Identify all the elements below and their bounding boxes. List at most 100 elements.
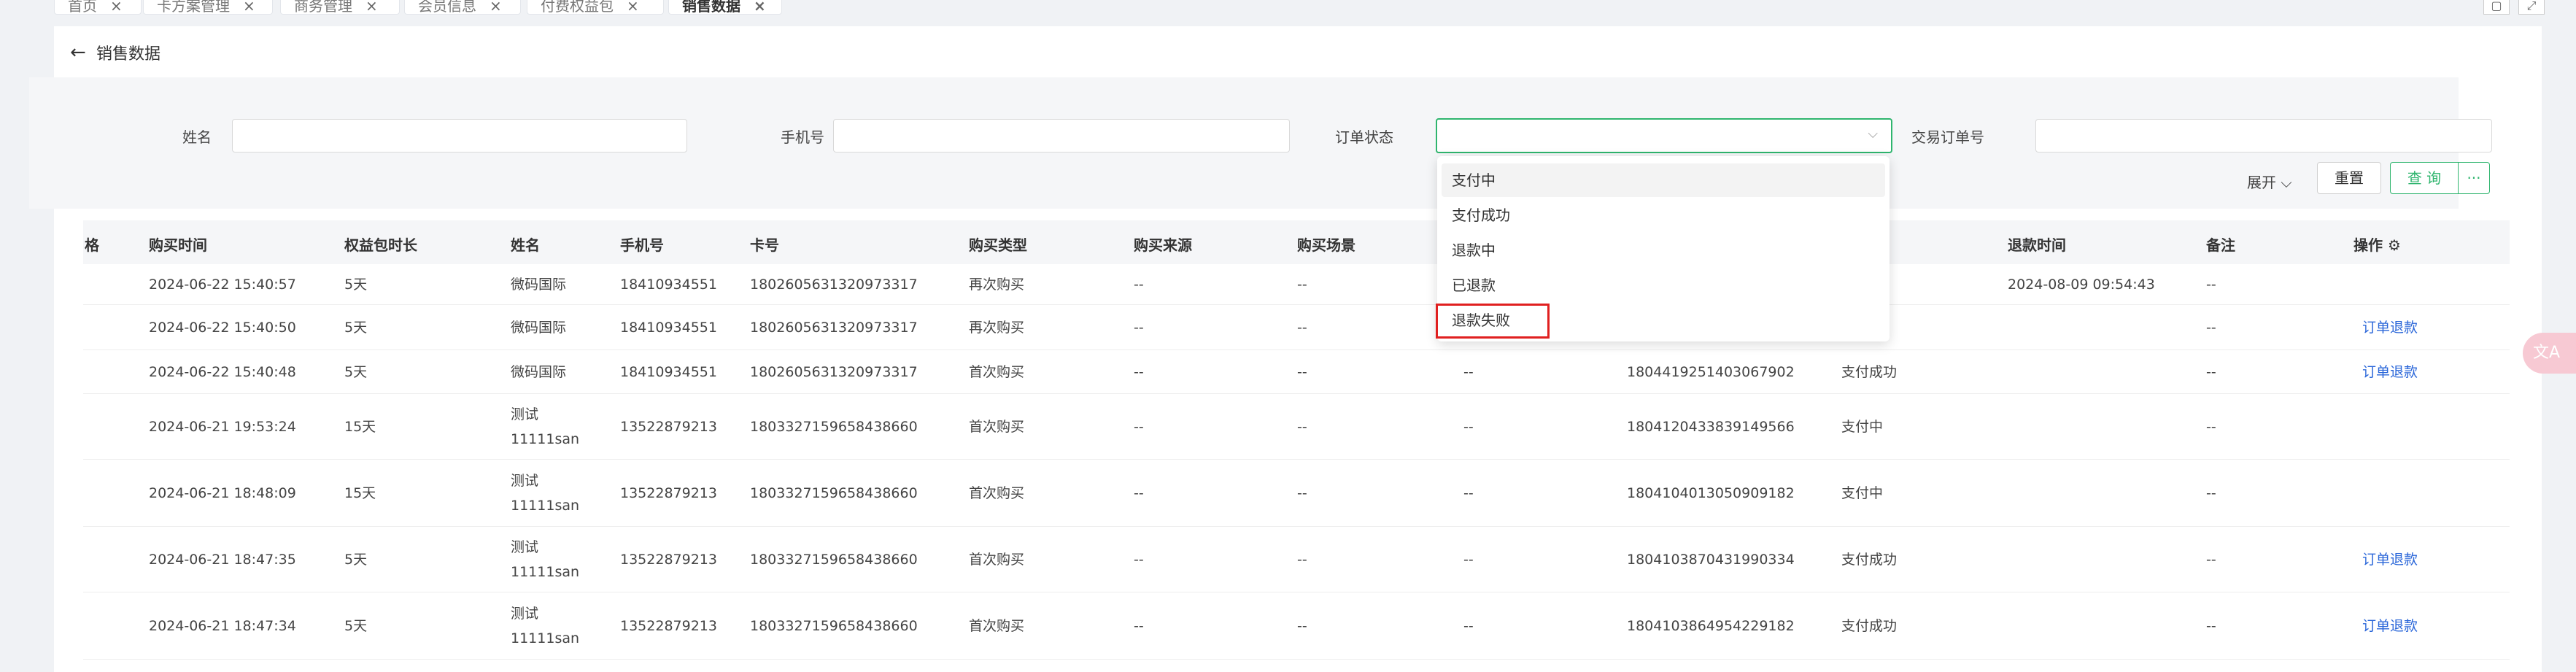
col-header: 姓名 (511, 236, 540, 254)
cell-scene: -- (1297, 320, 1307, 336)
col-header: 购买来源 (1134, 236, 1192, 254)
cell-phone: 18410934551 (620, 320, 717, 336)
table-row: 2024-06-21 19:53:24 15天 测试11111san 13522879… (83, 394, 2510, 460)
expand-toggle[interactable]: 展开 ⌵ (2247, 171, 2292, 192)
cell-card: 1802605631320973317 (750, 277, 918, 293)
tab-paid-package[interactable]: 付费权益包 × (527, 0, 664, 15)
tab-card-plan[interactable]: 卡方案管理 × (143, 0, 273, 15)
cell-time: 2024-06-21 18:47:35 (149, 552, 296, 568)
col-header: 购买时间 (149, 236, 207, 254)
name-input[interactable] (232, 119, 687, 152)
cell-source: -- (1134, 618, 1144, 634)
restore-icon[interactable]: ▢ (2483, 0, 2510, 15)
back-arrow-icon[interactable]: ← (70, 42, 96, 63)
cell-time: 2024-06-21 18:47:34 (149, 618, 296, 634)
tab-sales-data[interactable]: 销售数据 × (668, 0, 782, 15)
tab-business[interactable]: 商务管理 × (280, 0, 400, 15)
tab-home[interactable]: 首页 × (54, 0, 142, 15)
cell-source: -- (1134, 364, 1144, 380)
close-icon[interactable]: × (754, 0, 766, 14)
status-option[interactable]: 支付成功 (1442, 198, 1885, 232)
phone-label: 手机号 (781, 128, 824, 146)
cell-card: 1803327159658438660 (750, 485, 918, 501)
col-header: 权益包时长 (344, 236, 417, 254)
cell-scene: -- (1297, 277, 1307, 293)
cell-scene: -- (1297, 364, 1307, 380)
cell-status: 支付成功 (1841, 552, 1898, 568)
table-row: 2024-06-22 15:40:48 5天 微码国际 18410934551 1802… (83, 350, 2510, 394)
fullscreen-icon[interactable]: ⤢ (2518, 0, 2545, 15)
col-header: 卡号 (750, 236, 779, 254)
cell-type: 首次购买 (969, 485, 1025, 501)
reset-button[interactable]: 重置 (2317, 162, 2381, 194)
refund-order-link[interactable]: 订单退款 (2362, 549, 2418, 570)
cell-card: 1802605631320973317 (750, 364, 918, 380)
cell-remark: -- (2206, 419, 2216, 435)
page-title: 销售数据 (96, 45, 161, 63)
trade-order-input[interactable] (2035, 119, 2492, 152)
status-option[interactable]: 退款中 (1442, 233, 1885, 267)
cell-type: 首次购买 (969, 364, 1025, 380)
cell-status: 支付中 (1841, 485, 1884, 501)
tab-member-info[interactable]: 会员信息 × (404, 0, 521, 15)
cell-card: 1803327159658438660 (750, 552, 918, 568)
table-header: 格 购买时间 权益包时长 姓名 手机号 卡号 购买类型 购买来源 购买场景 状态… (83, 220, 2510, 264)
refund-order-link[interactable]: 订单退款 (2362, 616, 2418, 636)
cell-name: 微码国际 (511, 277, 567, 293)
close-icon[interactable]: × (490, 0, 502, 14)
cell-c9: -- (1463, 364, 1474, 380)
cell-remark: -- (2206, 618, 2216, 634)
cell-scene: -- (1297, 419, 1307, 435)
col-header: 购买类型 (969, 236, 1027, 254)
status-option[interactable]: 支付中 (1442, 163, 1885, 197)
cell-dur: 5天 (344, 364, 368, 380)
close-icon[interactable]: × (110, 0, 123, 14)
status-option[interactable]: 退款失败 (1442, 304, 1885, 337)
cell-type: 首次购买 (969, 552, 1025, 568)
table-row: 2024-06-22 15:40:50 5天 微码国际 18410934551 1802… (83, 305, 2510, 350)
cell-c9: -- (1463, 419, 1474, 435)
cell-remark: -- (2206, 552, 2216, 568)
cell-card: 1803327159658438660 (750, 419, 918, 435)
close-icon[interactable]: × (627, 0, 639, 14)
cell-status: 支付中 (1841, 419, 1884, 435)
table-row: 2024-06-21 18:47:35 5天 测试11111san 135228792… (83, 527, 2510, 592)
cell-remark: -- (2206, 277, 2216, 293)
close-icon[interactable]: × (243, 0, 255, 14)
refund-order-link[interactable]: 订单退款 (2362, 317, 2418, 338)
refund-order-link[interactable]: 订单退款 (2362, 362, 2418, 382)
query-button[interactable]: 查 询 (2390, 162, 2459, 194)
cell-source: -- (1134, 552, 1144, 568)
close-icon[interactable]: × (365, 0, 378, 14)
cell-source: -- (1134, 419, 1144, 435)
cell-c9: -- (1463, 618, 1474, 634)
col-header: 购买场景 (1297, 236, 1355, 254)
order-status-label: 订单状态 (1335, 128, 1393, 146)
order-status-dropdown: 支付中 支付成功 退款中 已退款 退款失败 (1437, 156, 1890, 341)
cell-phone: 13522879213 (620, 618, 717, 634)
cell-time: 2024-06-22 15:40:50 (149, 320, 296, 336)
cell-type: 再次购买 (969, 277, 1025, 293)
status-option[interactable]: 已退款 (1442, 269, 1885, 302)
page-header: ← 销售数据 (70, 38, 160, 67)
phone-input[interactable] (833, 119, 1290, 152)
col-header-actions[interactable]: 操作 ⚙ (2353, 233, 2401, 255)
cell-time: 2024-06-22 15:40:57 (149, 277, 296, 293)
cell-scene: -- (1297, 485, 1307, 501)
cell-dur: 15天 (344, 485, 376, 501)
cell-remark: -- (2206, 364, 2216, 380)
col-header: 退款时间 (2008, 236, 2066, 254)
tab-label: 首页 (68, 0, 97, 15)
order-status-select[interactable]: ⌵ (1436, 118, 1892, 153)
translate-icon[interactable]: 文A (2523, 333, 2576, 374)
name-label: 姓名 (182, 128, 212, 146)
table-row: 2024-06-21 18:47:34 5天 测试11111san 135228792… (83, 592, 2510, 660)
tab-strip: 首页 × 卡方案管理 × 商务管理 × 会员信息 × 付费权益包 × 销售数据 × ▢ ⤢ (0, 0, 2576, 26)
cell-order: 1804103870431990334 (1627, 552, 1795, 568)
cell-time: 2024-06-22 15:40:48 (149, 364, 296, 380)
cell-source: -- (1134, 485, 1144, 501)
col-header: 格 (85, 236, 99, 254)
cell-name: 微码国际 (511, 320, 567, 336)
cell-dur: 5天 (344, 277, 368, 293)
more-button[interactable]: ··· (2458, 162, 2490, 194)
